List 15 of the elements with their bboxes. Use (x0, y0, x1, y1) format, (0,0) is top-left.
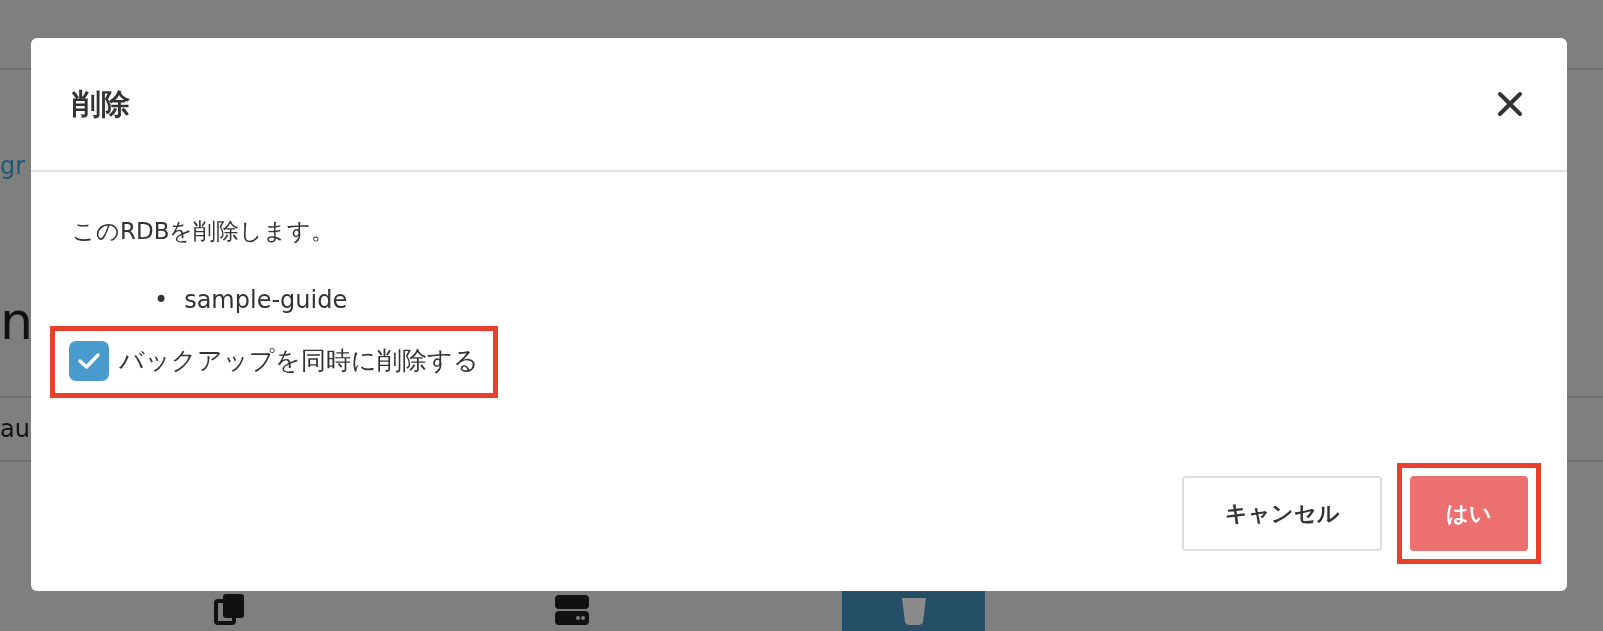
message: このRDBを削除します。 (72, 217, 336, 246)
bullet: • (154, 284, 169, 316)
close-icon (1497, 91, 1523, 117)
table-cell: au (0, 415, 30, 443)
checkbox-label[interactable]: バックアップを同時に削除する (119, 341, 479, 380)
copy-icon (213, 593, 246, 625)
trash-icon (899, 598, 928, 625)
cancel-button[interactable]: キャンセル (1182, 476, 1382, 551)
server-icon (553, 593, 590, 625)
check-icon (77, 351, 101, 370)
list-item: sample-guide (184, 284, 348, 316)
dialog-title: 削除 (72, 86, 130, 122)
page-heading: n (0, 291, 33, 351)
toolbar-tab[interactable] (842, 591, 985, 631)
checkbox[interactable] (69, 340, 109, 381)
